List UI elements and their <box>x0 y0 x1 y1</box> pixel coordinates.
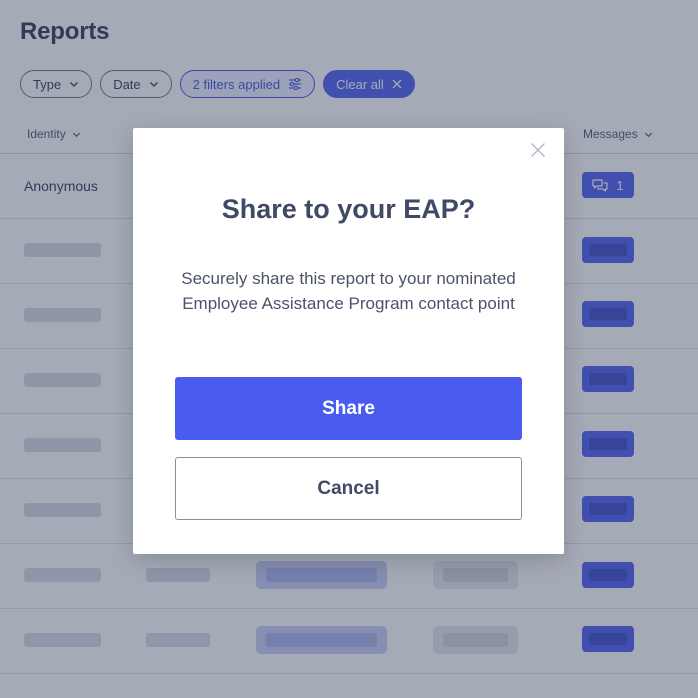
share-eap-dialog: Share to your EAP? Securely share this r… <box>133 128 564 554</box>
close-icon[interactable] <box>530 142 546 158</box>
cancel-button[interactable]: Cancel <box>175 457 522 520</box>
dialog-title: Share to your EAP? <box>221 194 476 224</box>
share-button[interactable]: Share <box>175 377 522 440</box>
dialog-message: Securely share this report to your nomin… <box>181 269 516 313</box>
